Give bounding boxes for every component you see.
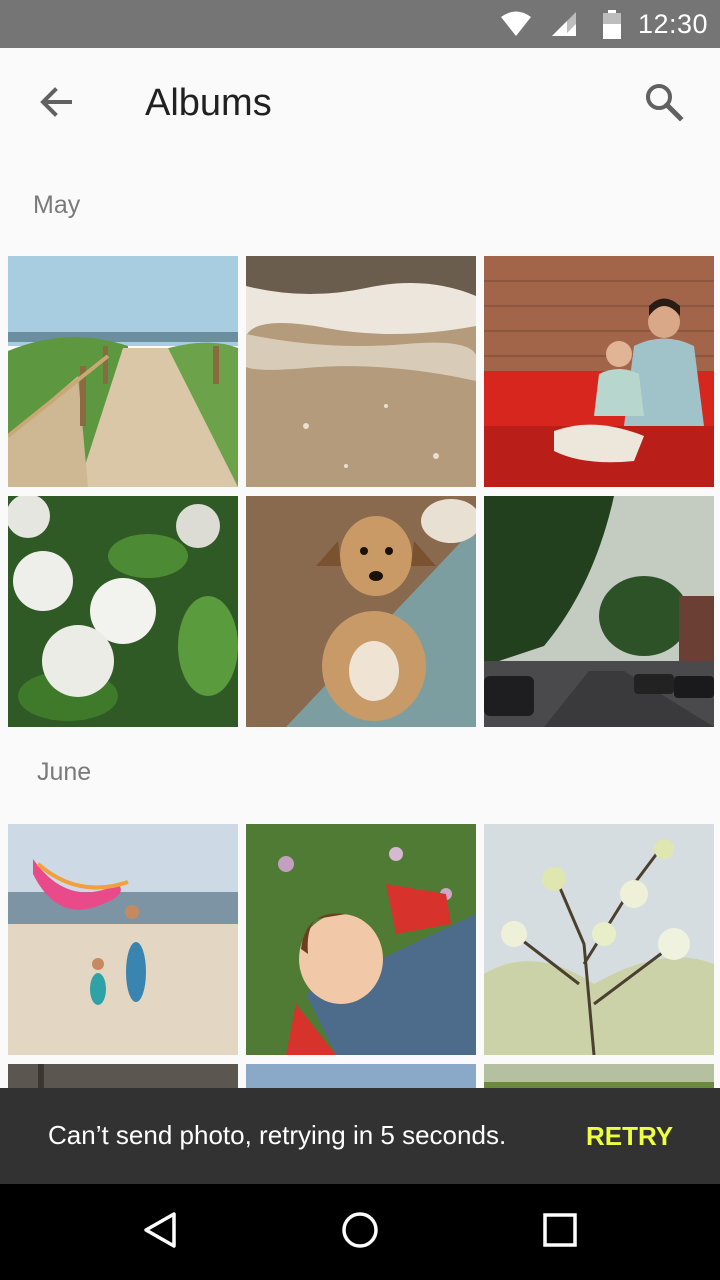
photo-dog-sitting[interactable]: [246, 496, 476, 727]
snackbar-message: Can’t send photo, retrying in 5 seconds.: [48, 1120, 507, 1150]
nav-recents-button[interactable]: [520, 1200, 600, 1264]
signal-icon: [550, 10, 578, 43]
clock: 12:30: [638, 9, 709, 39]
back-button[interactable]: [24, 72, 88, 136]
wifi-icon: [500, 10, 532, 43]
section-header-may: May: [33, 191, 81, 219]
nav-home-icon: [340, 1210, 380, 1255]
battery-icon: [602, 10, 622, 45]
nav-recents-icon: [540, 1210, 580, 1255]
photo-ocean-waves[interactable]: [246, 256, 476, 487]
retry-button[interactable]: RETRY: [572, 1106, 687, 1166]
page-title: Albums: [145, 82, 272, 124]
nav-home-button[interactable]: [320, 1200, 400, 1264]
search-icon: [644, 82, 684, 127]
arrow-back-icon: [38, 84, 74, 125]
photo-girl-in-grass[interactable]: [246, 824, 476, 1055]
app-bar: Albums: [0, 48, 720, 160]
nav-back-icon: [140, 1210, 180, 1255]
albums-screen: 12:30 Albums May June Can’t send photo, …: [0, 0, 720, 1280]
snackbar: Can’t send photo, retrying in 5 seconds.…: [0, 1088, 720, 1184]
photo-tree-lined-street[interactable]: [484, 496, 714, 727]
photo-beach-scarf[interactable]: [8, 824, 238, 1055]
search-button[interactable]: [632, 72, 696, 136]
nav-back-button[interactable]: [120, 1200, 200, 1264]
photo-white-flowers[interactable]: [8, 496, 238, 727]
section-header-june: June: [37, 758, 92, 786]
photo-mother-and-child-sofa[interactable]: [484, 256, 714, 487]
status-bar: 12:30: [0, 0, 720, 48]
photo-blossoming-tree[interactable]: [484, 824, 714, 1055]
navigation-bar: [0, 1184, 720, 1280]
photo-beach-path[interactable]: [8, 256, 238, 487]
